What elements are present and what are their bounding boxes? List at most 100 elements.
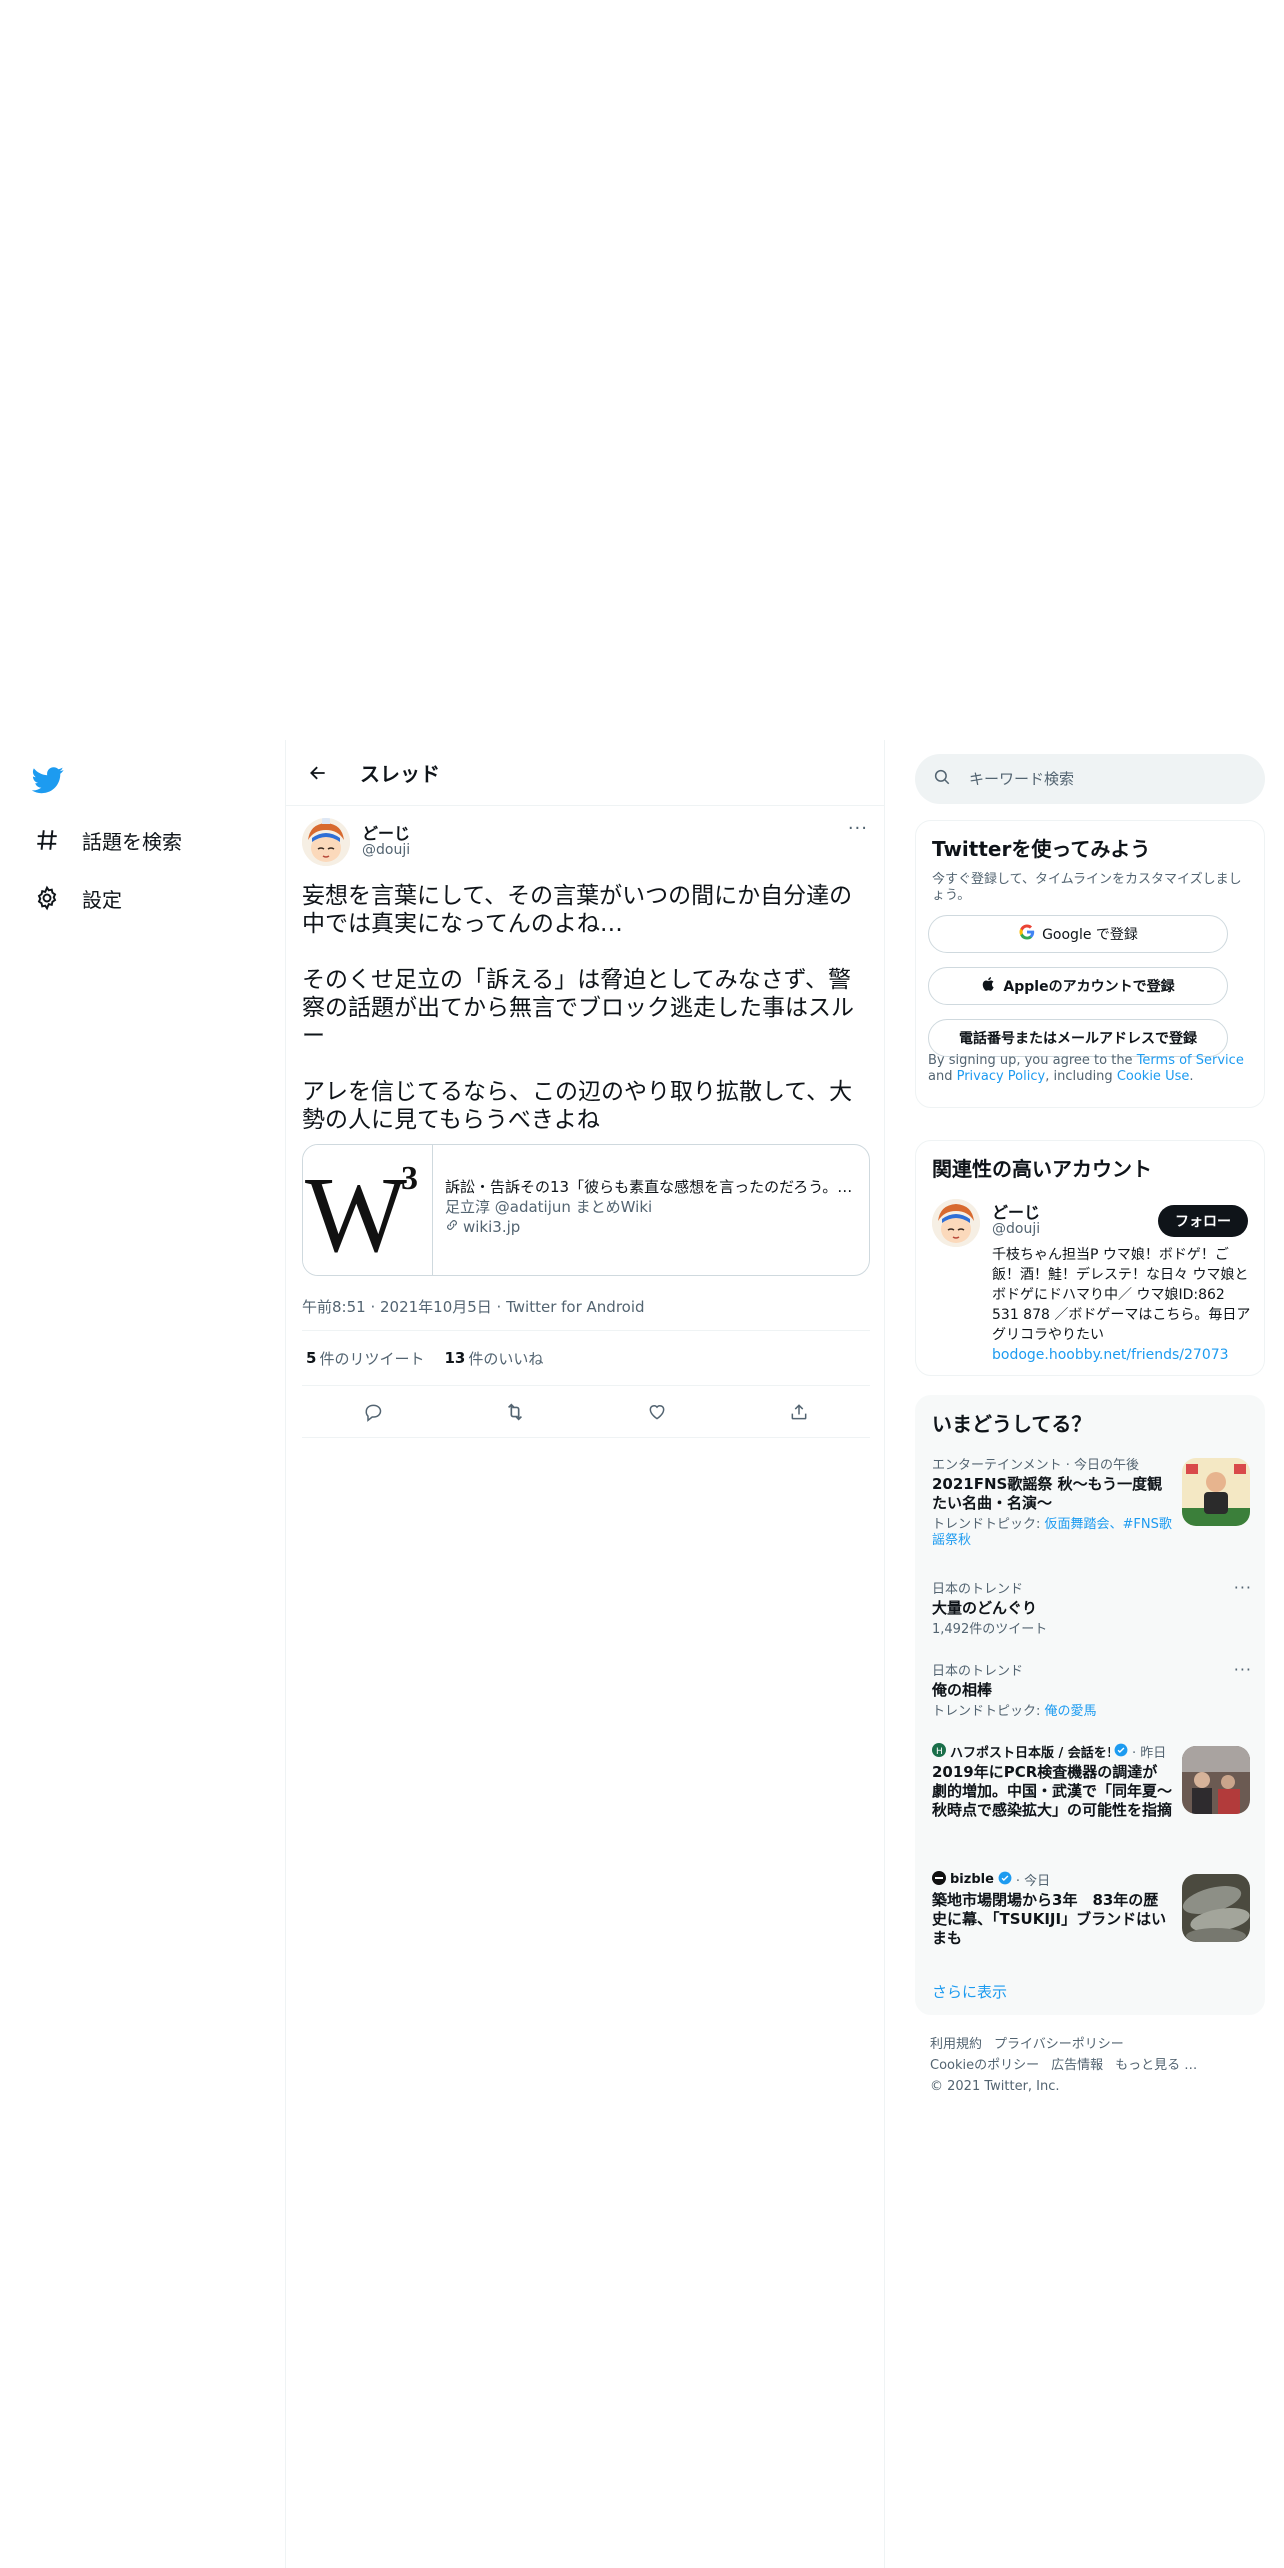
related-avatar[interactable]	[932, 1199, 980, 1247]
trend-title: 2021FNS歌謡祭 秋～もう一度観たい名曲・名演～	[932, 1475, 1163, 1512]
svg-text:3: 3	[401, 1160, 418, 1197]
gear-icon	[24, 885, 68, 911]
trend-item[interactable]: 日本のトレンド 俺の相棒 トレンドトピック: 俺の愛馬 ···	[916, 1660, 1266, 1720]
search-bar[interactable]	[915, 754, 1265, 804]
related-name[interactable]: どーじ	[992, 1199, 1040, 1223]
retweet-icon	[507, 1402, 523, 1421]
trend-sub-label: トレンドトピック:	[932, 1704, 1045, 1719]
retweet-button[interactable]	[497, 1394, 533, 1430]
back-button[interactable]	[300, 755, 336, 791]
source-logo-icon	[932, 1870, 946, 1889]
link-card[interactable]: W 3 訴訟・告訴その13「彼らも素直な感想を言ったのだろう。… 足立淳 @ad…	[302, 1144, 870, 1276]
news-source: bizble	[950, 1872, 994, 1887]
main-header: スレッド	[286, 740, 884, 806]
related-accounts-panel: 関連性の高いアカウント どーじ @douji フォロー 千枝ちゃん担当P ウマ娘…	[915, 1140, 1265, 1376]
page-title: スレッド	[360, 762, 440, 786]
trend-subtitle: トレンドトピック: 俺の愛馬	[932, 1704, 1250, 1720]
author-avatar[interactable]	[302, 818, 350, 866]
terms-link[interactable]: Terms of Service	[1137, 1053, 1244, 1068]
reply-icon	[365, 1404, 382, 1422]
like-count[interactable]: 13	[444, 1349, 465, 1367]
nav-explore-label: 話題を検索	[82, 829, 182, 854]
tweet-text: 妄想を言葉にして、その言葉がいつの間にか自分達の中では真実になってんのよね… そ…	[302, 883, 854, 1133]
trend-thumbnail	[1182, 1458, 1250, 1526]
trend-more-button[interactable]: ···	[1234, 1660, 1252, 1679]
svg-text:H: H	[936, 1747, 943, 1757]
trend-subtitle: トレンドトピック: 仮面舞踏会、#FNS歌謡祭秋	[932, 1517, 1172, 1549]
trends-title: いまどうしてる？	[932, 1412, 1092, 1436]
signup-panel: Twitterを使ってみよう 今すぐ登録して、タイムラインをカスタマイズしましょ…	[915, 820, 1265, 1108]
signup-subtitle: 今すぐ登録して、タイムラインをカスタマイズしましょう。	[932, 872, 1242, 903]
trend-subtitle: 1,492件のツイート	[932, 1622, 1048, 1637]
phone-email-signup-button[interactable]: 電話番号またはメールアドレスで登録	[928, 1019, 1228, 1057]
card-title: 訴訟・告訴その13「彼らも素直な感想を言ったのだろう。…	[445, 1178, 853, 1196]
google-signup-label: Google で登録	[1042, 927, 1138, 943]
nav-settings[interactable]: 設定	[24, 876, 122, 920]
footer-privacy-link[interactable]: プライバシーポリシー	[994, 2037, 1124, 2052]
news-item[interactable]: bizble · 今日 築地市場閉場から3年 83年の歴史に幕、「TSUKIJI…	[916, 1870, 1266, 1948]
footer-terms-link[interactable]: 利用規約	[930, 2037, 982, 2052]
footer-more-link[interactable]: もっと見る …	[1115, 2058, 1197, 2073]
author-handle[interactable]: @douji	[362, 842, 410, 858]
google-icon	[1018, 923, 1036, 945]
svg-text:W: W	[305, 1156, 407, 1265]
related-bio-text: 千枝ちゃん担当P ウマ娘！ボドゲ！ご飯！酒！鮭！デレステ！な日々 ウマ娘とボドゲ…	[992, 1247, 1251, 1343]
retweet-count[interactable]: 5	[306, 1349, 316, 1367]
legal-text-2: and	[928, 1069, 957, 1084]
trend-context: 日本のトレンド	[932, 1664, 1024, 1679]
retweet-label[interactable]: 件のリツイート	[319, 1348, 424, 1369]
card-thumbnail: W 3	[303, 1145, 433, 1275]
news-item[interactable]: H ハフポスト日本版 / 会話を! · 昨日 2019年にPCR検査機器の調達が…	[916, 1742, 1266, 1820]
legal-text-1: By signing up, you agree to the	[928, 1053, 1137, 1068]
reply-button[interactable]	[355, 1394, 391, 1430]
card-description: 足立淳 @adatijun まとめWiki	[445, 1198, 653, 1216]
legal-text-3: , including	[1045, 1069, 1117, 1084]
trend-item[interactable]: 日本のトレンド 大量のどんぐり 1,492件のツイート ···	[916, 1578, 1266, 1638]
news-title: 2019年にPCR検査機器の調達が劇的増加。中国・武漢で「同年夏～秋時点で感染拡…	[932, 1763, 1173, 1819]
show-more-link[interactable]: さらに表示	[932, 1981, 1007, 2002]
verified-icon	[998, 1871, 1012, 1889]
like-label[interactable]: 件のいいね	[468, 1348, 543, 1369]
follow-button[interactable]: フォロー	[1158, 1205, 1248, 1237]
twitter-logo-icon[interactable]	[31, 764, 64, 796]
apple-icon	[981, 975, 997, 997]
share-icon	[791, 1403, 807, 1419]
arrow-left-icon	[310, 766, 325, 779]
google-signup-button[interactable]: Google で登録	[928, 915, 1228, 953]
trend-sub-label: トレンドトピック:	[932, 1517, 1045, 1532]
share-button[interactable]	[781, 1394, 817, 1430]
verified-icon	[1114, 1743, 1128, 1761]
card-body: 訴訟・告訴その13「彼らも素直な感想を言ったのだろう。… 足立淳 @adatij…	[433, 1145, 869, 1275]
link-icon	[445, 1217, 459, 1237]
trend-more-button[interactable]: ···	[1234, 1578, 1252, 1597]
search-input[interactable]	[969, 770, 1249, 788]
trends-panel: いまどうしてる？ エンターテインメント · 今日の午後 2021FNS歌謡祭 秋…	[915, 1395, 1265, 2015]
trend-sub-link[interactable]: 俺の愛馬	[1045, 1704, 1097, 1719]
news-source: ハフポスト日本版 / 会話を!	[950, 1746, 1110, 1761]
related-bio-link[interactable]: bodoge.hoobby.net/friends/27073	[992, 1345, 1254, 1365]
related-bio: 千枝ちゃん担当P ウマ娘！ボドゲ！ご飯！酒！鮭！デレステ！な日々 ウマ娘とボドゲ…	[992, 1245, 1254, 1365]
trend-item[interactable]: エンターテインメント · 今日の午後 2021FNS歌謡祭 秋～もう一度観たい名…	[916, 1454, 1266, 1549]
cookie-link[interactable]: Cookie Use	[1117, 1069, 1190, 1084]
footer-copyright: © 2021 Twitter, Inc.	[930, 2079, 1060, 2094]
news-thumbnail	[1182, 1746, 1250, 1814]
apple-signup-button[interactable]: Appleのアカウントで登録	[928, 967, 1228, 1005]
like-button[interactable]	[639, 1394, 675, 1430]
news-thumbnail	[1182, 1874, 1250, 1942]
tweet-actions	[302, 1386, 870, 1438]
signup-title: Twitterを使ってみよう	[932, 837, 1151, 861]
more-options-button[interactable]: ···	[848, 818, 868, 839]
nav-explore[interactable]: 話題を検索	[24, 818, 182, 862]
author-name[interactable]: どーじ	[362, 820, 410, 844]
related-handle[interactable]: @douji	[992, 1221, 1040, 1237]
related-title: 関連性の高いアカウント	[932, 1157, 1152, 1181]
main-column: スレッド どーじ @douji ··· 妄想を言葉にして、その言葉がいつの間にか…	[285, 740, 885, 2568]
phone-email-signup-label: 電話番号またはメールアドレスで登録	[959, 1031, 1197, 1047]
card-domain-row: wiki3.jp	[445, 1217, 857, 1237]
privacy-link[interactable]: Privacy Policy	[957, 1069, 1046, 1084]
footer-cookie-link[interactable]: Cookieのポリシー	[930, 2058, 1039, 2073]
heart-icon	[649, 1404, 665, 1420]
news-time: · 今日	[1015, 1874, 1051, 1889]
footer-ads-link[interactable]: 広告情報	[1051, 2058, 1103, 2073]
news-title: 築地市場閉場から3年 83年の歴史に幕、「TSUKIJI」ブランドはいまも	[932, 1891, 1167, 1947]
